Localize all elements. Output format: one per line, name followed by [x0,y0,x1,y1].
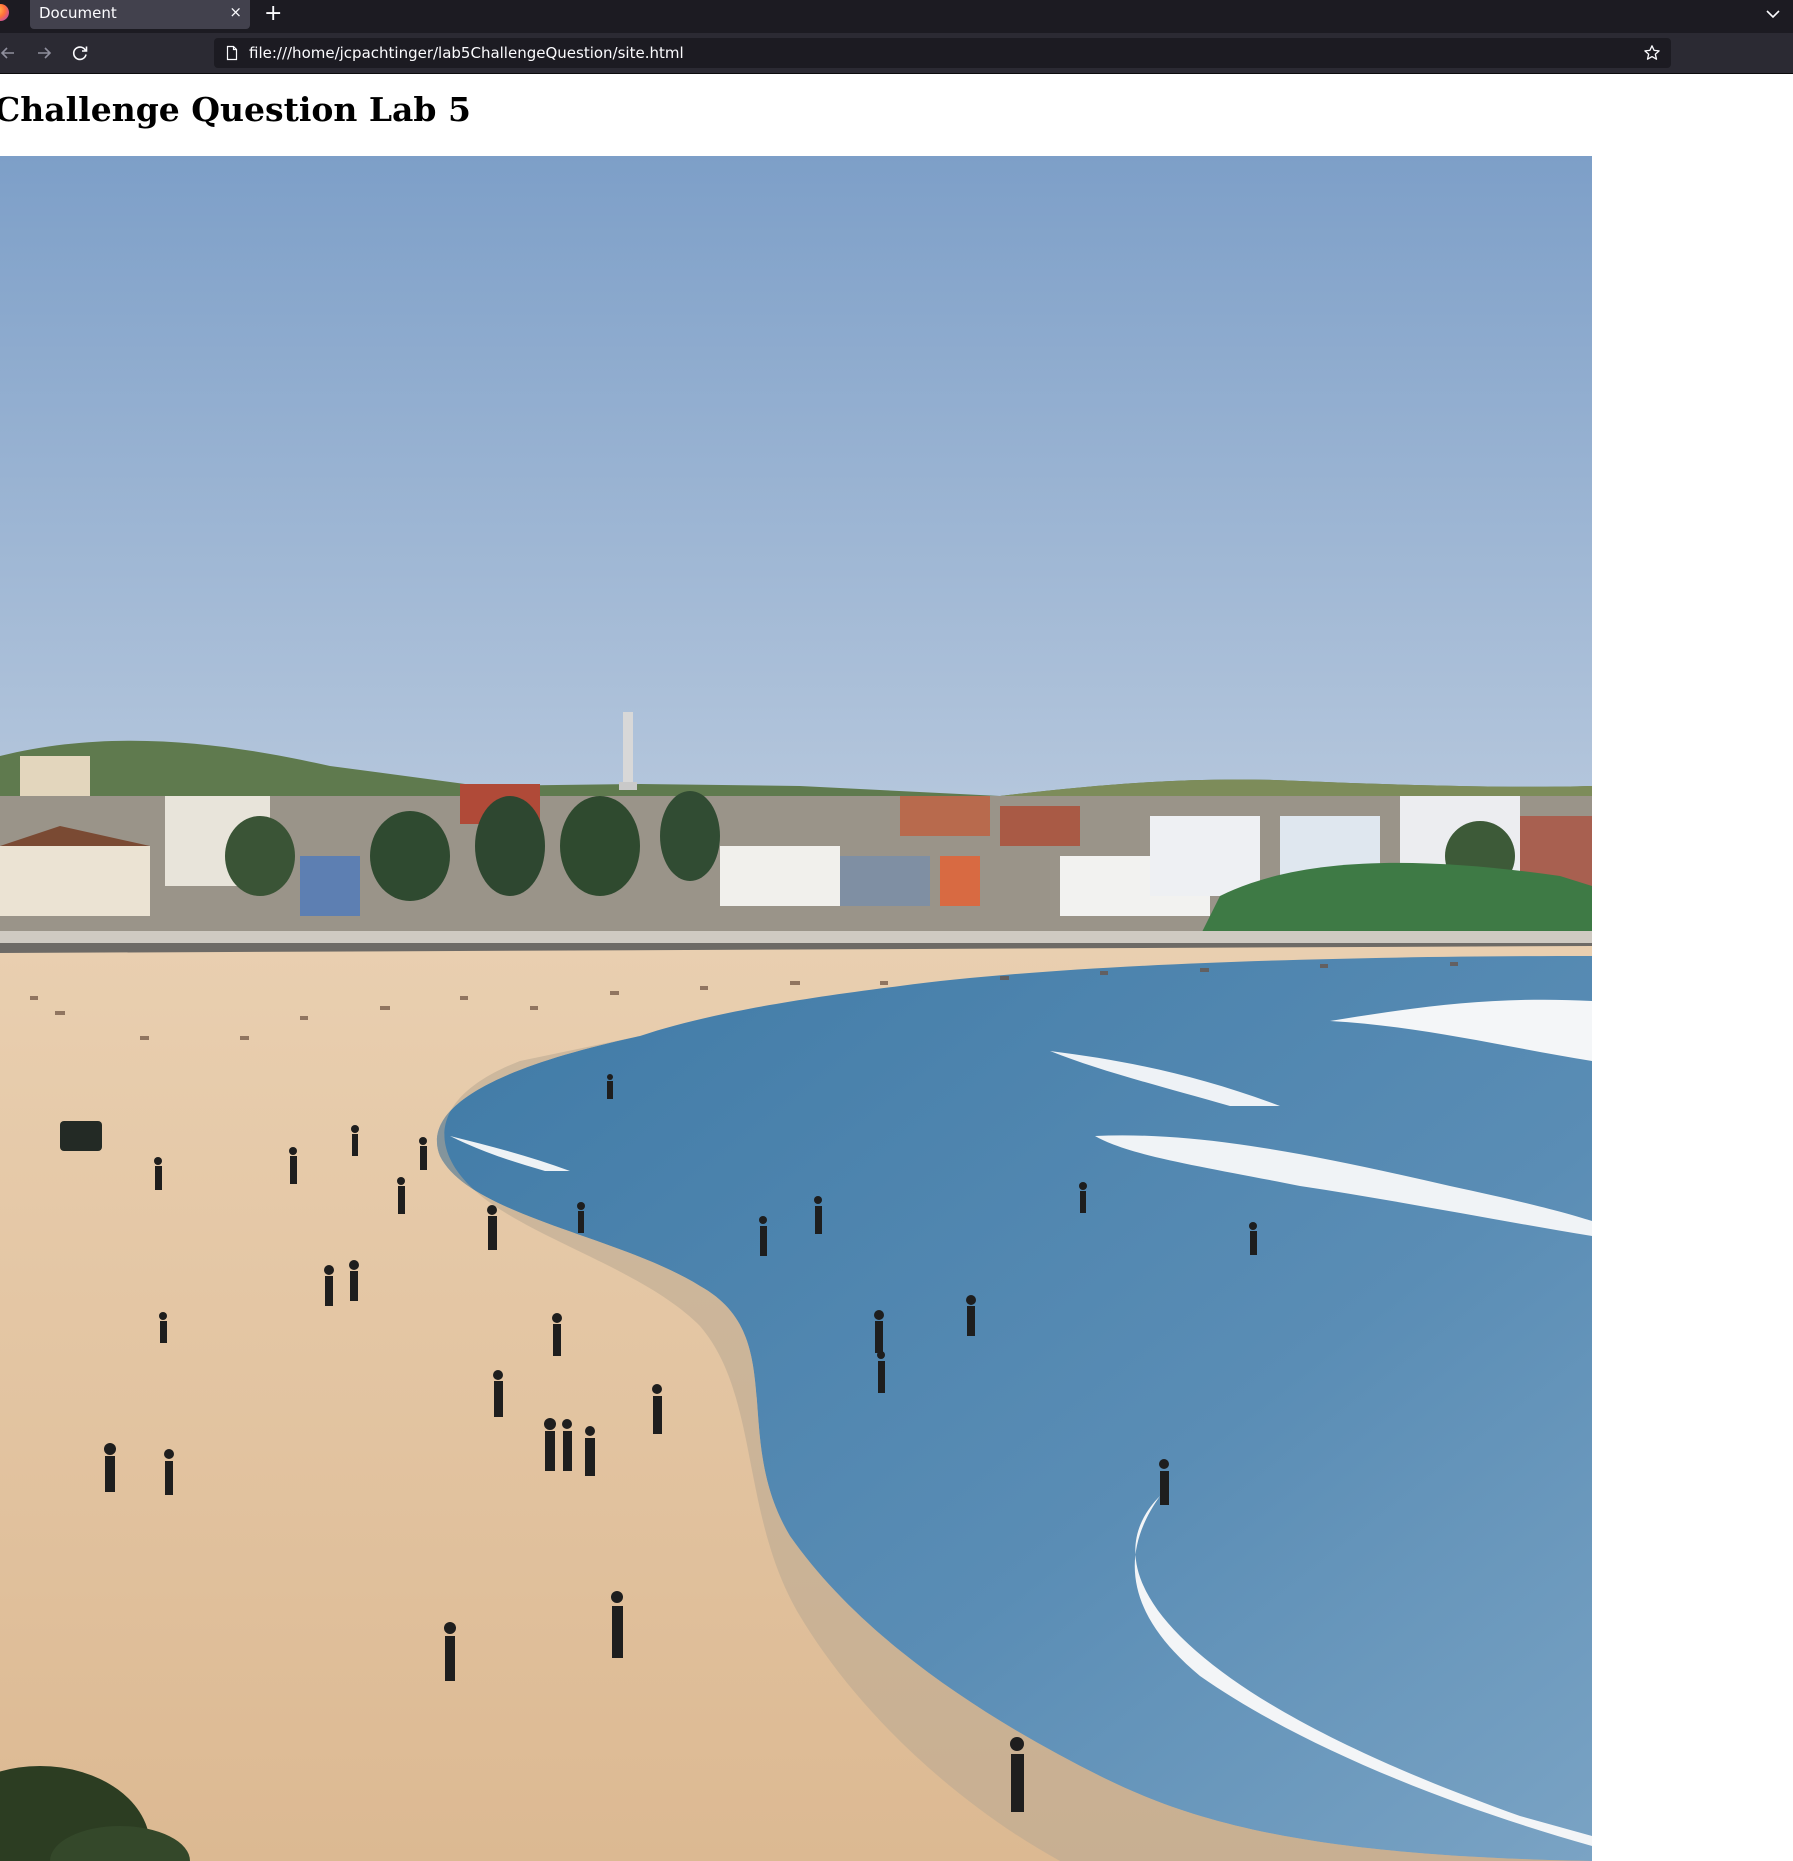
beach-photo [0,156,1592,1861]
firefox-logo-icon [0,4,9,21]
tab-bar: Document × + [0,0,1793,33]
page-title: Challenge Question Lab 5 [0,90,471,129]
new-tab-button[interactable]: + [264,1,282,26]
page-icon [226,45,238,61]
tab-document[interactable]: Document × [30,0,250,29]
url-bar[interactable]: file:///home/jcpachtinger/lab5ChallengeQ… [214,38,1671,68]
star-icon[interactable] [1643,44,1661,62]
forward-arrow-icon[interactable] [32,41,56,65]
beach-scene-image [0,156,1592,1861]
chevron-down-icon[interactable] [1763,4,1783,24]
reload-icon[interactable] [68,41,92,65]
tab-title: Document [39,4,117,22]
url-text[interactable]: file:///home/jcpachtinger/lab5ChallengeQ… [249,44,684,62]
navigation-toolbar: file:///home/jcpachtinger/lab5ChallengeQ… [0,33,1793,74]
tab-close-button[interactable]: × [229,3,242,21]
back-arrow-icon[interactable] [0,41,20,65]
